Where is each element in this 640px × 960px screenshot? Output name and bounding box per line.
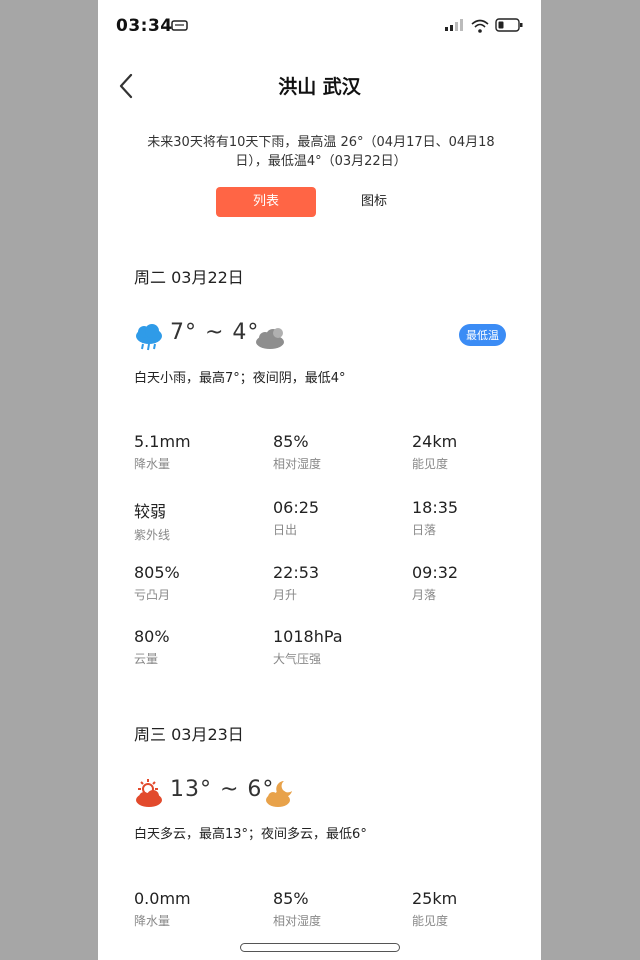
day-date: 周二 03月22日 [134,268,244,287]
status-time: 03:34 [116,16,173,36]
home-indicator[interactable] [240,943,400,952]
stat-uv: 较弱 紫外线 [134,502,171,542]
battery-icon [495,18,523,32]
stat-sunrise: 06:25 日出 [273,498,320,537]
temperature-range: 7° ~ 4° [170,320,260,345]
day-card: 周二 03月22日 7° ~ 4° 最低温 白天小雨，最高7°；夜间阴，最低4°… [134,264,506,684]
page-title: 洪山 武汉 [278,76,361,98]
lowest-temp-badge: 最低温 [459,324,506,346]
forecast-summary: 未来30天将有10天下雨，最高温 26°（04月17日、04月18日），最低温4… [147,135,495,169]
stat-humidity: 85% 相对湿度 [273,432,322,471]
stat-precipitation: 0.0mm 降水量 [134,889,191,928]
header-bar: 洪山 武汉 [98,60,541,112]
stat-sunset: 18:35 日落 [412,498,459,537]
app-screen: 03:34 洪山 武汉 未来30天将有10天下雨，最高温 26°（04月17日、… [98,0,541,960]
stat-moonset: 09:32 月落 [412,563,459,602]
wifi-icon [471,19,489,33]
day-date: 周三 03月23日 [134,725,244,744]
stat-moonrise: 22:53 月升 [273,563,320,602]
view-tabs: 列表 图标 [216,187,436,217]
status-bar: 03:34 [98,0,541,56]
stat-humidity: 85% 相对湿度 [273,889,322,928]
day-card: 周三 03月23日 13° ~ 6° 白天多云，最高13°；夜间多云，最低6° … [134,721,506,960]
tab-chart[interactable]: 图标 [344,187,404,217]
partly-cloudy-day-icon [136,779,162,807]
notification-icon [171,20,188,31]
stat-visibility: 25km 能见度 [412,889,458,928]
tab-list[interactable]: 列表 [216,187,316,217]
signal-icon [445,19,463,31]
stat-moon-phase: 805% 亏凸月 [134,563,180,602]
weather-row: 7° ~ 4° 最低温 [134,320,506,358]
rain-cloud-icon [136,324,162,351]
temperature-range: 13° ~ 6° [170,777,275,802]
day-description: 白天多云，最高13°；夜间多云，最低6° [134,827,367,842]
weather-row: 13° ~ 6° [134,777,506,815]
stat-precipitation: 5.1mm 降水量 [134,432,191,471]
stat-cloud-cover: 80% 云量 [134,627,170,666]
stat-pressure: 1018hPa 大气压强 [273,627,343,666]
day-description: 白天小雨，最高7°；夜间阴，最低4° [134,371,346,386]
partly-cloudy-night-icon [266,781,292,807]
stat-visibility: 24km 能见度 [412,432,458,471]
overcast-cloud-icon [256,328,284,349]
